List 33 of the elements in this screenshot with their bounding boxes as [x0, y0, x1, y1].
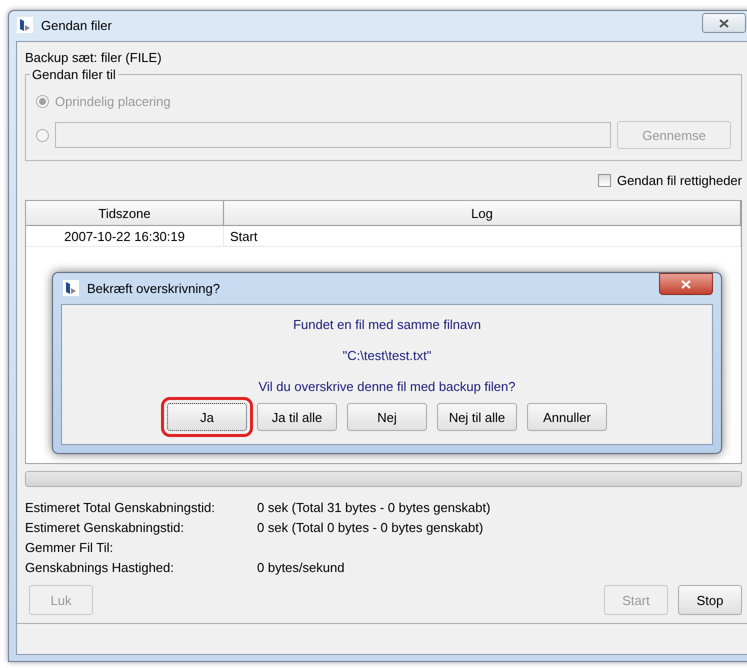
stat-value: 0 sek (Total 31 bytes - 0 bytes genskabt) — [257, 499, 492, 517]
group-legend: Gendan filer til — [30, 67, 118, 82]
dialog-message: Vil du overskrive denne fil med backup filen? — [258, 379, 516, 395]
stat-value: 0 sek (Total 0 bytes - 0 bytes genskabt) — [257, 519, 484, 537]
stat-value: 0 bytes/sekund — [257, 559, 346, 577]
dialog-message: "C:\test\test.txt" — [342, 348, 432, 364]
stat-label: Estimeret Genskabningstid: — [25, 519, 185, 537]
stat-label: Genskabnings Hastighed: — [25, 559, 175, 577]
close-icon — [719, 18, 729, 28]
window-title: Gendan filer — [41, 18, 112, 32]
dialog-button[interactable]: Nej til alle — [437, 403, 517, 431]
backup-set-label: Backup sæt: filer (FILE) — [25, 50, 163, 65]
column-header[interactable]: Log — [224, 201, 741, 225]
close-icon — [681, 280, 691, 288]
checkbox[interactable] — [598, 174, 611, 187]
dialog-app-icon — [63, 280, 79, 296]
radio-label: Oprindelig placering — [55, 94, 171, 108]
dialog-button[interactable]: Annuller — [527, 403, 607, 431]
app-icon — [17, 17, 33, 33]
dialog-title: Bekræft overskrivning? — [87, 280, 220, 296]
action-button[interactable]: Stop — [678, 585, 742, 615]
table-cell: Start — [224, 226, 741, 246]
stat-label: Gemmer Fil Til: — [25, 539, 114, 557]
column-header[interactable]: Tidszone — [26, 201, 224, 225]
path-field[interactable] — [55, 122, 611, 148]
dialog-message: Fundet en fil med samme filnavn — [293, 317, 481, 333]
close-button[interactable] — [659, 273, 713, 295]
table-cell: 2007-10-22 16:30:19 — [26, 226, 224, 246]
checkbox-label: Gendan fil rettigheder — [616, 173, 742, 188]
dialog-button[interactable]: Nej — [347, 403, 427, 431]
stat-label: Estimeret Total Genskabningstid: — [25, 499, 216, 517]
close-button[interactable] — [702, 13, 746, 33]
dialog-button[interactable]: Ja til alle — [257, 403, 337, 431]
